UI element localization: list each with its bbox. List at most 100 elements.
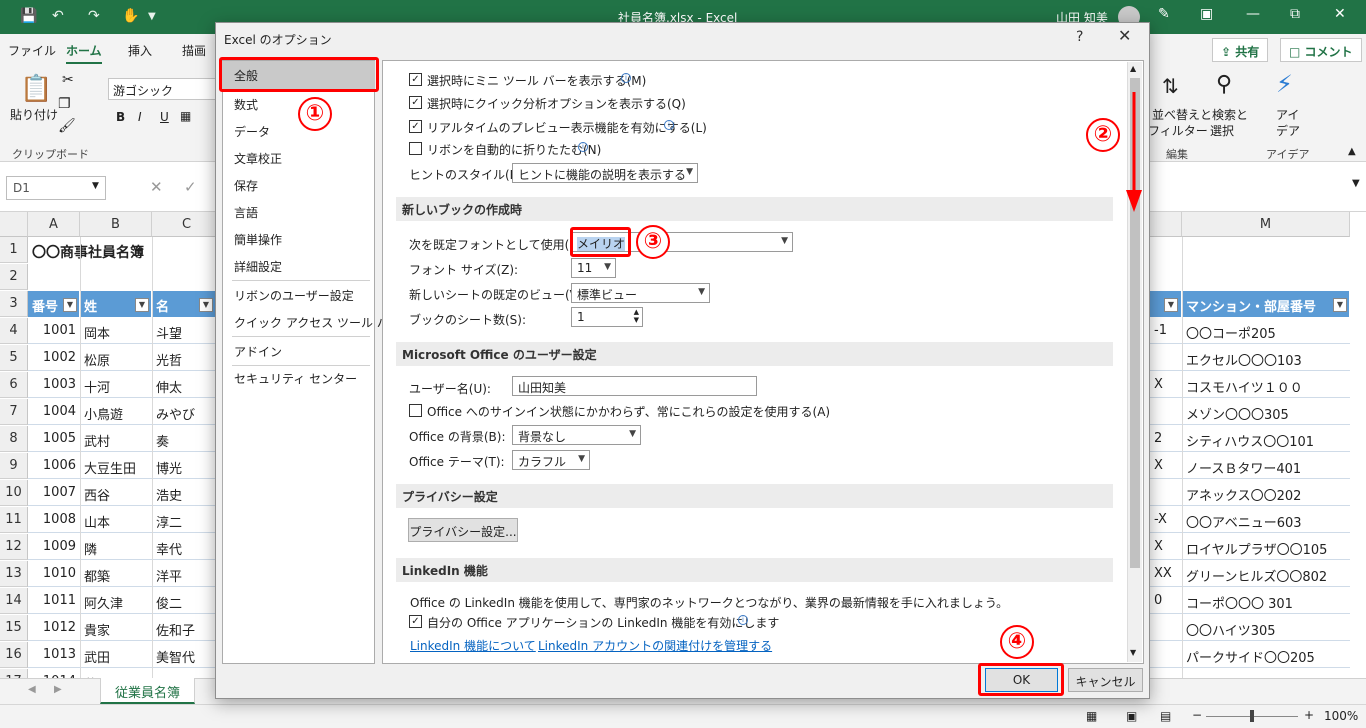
cell-l[interactable]: [1150, 615, 1182, 641]
cell-mansion[interactable]: アネックス〇〇202: [1182, 480, 1350, 506]
cell-mansion[interactable]: ロイヤルプラザ〇〇105: [1182, 534, 1350, 560]
window-close-icon[interactable]: ✕: [1334, 6, 1346, 22]
row-header[interactable]: 10: [0, 480, 28, 506]
customize-qat-icon[interactable]: ▼: [148, 11, 156, 22]
cell-number[interactable]: 1013: [28, 642, 80, 668]
zoom-out-icon[interactable]: −: [1192, 708, 1202, 722]
filter-dropdown-icon[interactable]: ▼: [135, 298, 149, 312]
spin-arrows-icon[interactable]: ▲ ▼: [634, 308, 639, 324]
cell-given-name[interactable]: 光哲: [152, 345, 215, 371]
cell-mansion[interactable]: ノースＢタワー401: [1182, 453, 1350, 479]
redo-icon[interactable]: ↷: [88, 8, 100, 24]
filter-dropdown-icon[interactable]: ▼: [1164, 298, 1178, 312]
privacy-settings-button[interactable]: プライバシー設定...: [408, 518, 518, 542]
cell-number[interactable]: 1011: [28, 588, 80, 614]
cell-number[interactable]: 1012: [28, 615, 80, 641]
office-background-select[interactable]: 背景なし ▼: [512, 425, 641, 445]
cell-surname[interactable]: 貴家: [80, 615, 152, 641]
cell-given-name[interactable]: 浩史: [152, 480, 215, 506]
scroll-down-icon[interactable]: ▼: [1130, 648, 1136, 657]
col-header-c[interactable]: C: [152, 212, 222, 237]
page-layout-icon[interactable]: ▣: [1126, 709, 1137, 723]
cell-surname[interactable]: 武村: [80, 426, 152, 452]
row-header[interactable]: 11: [0, 507, 28, 533]
restore-icon[interactable]: ⧉: [1290, 6, 1300, 22]
cell-l[interactable]: X: [1150, 453, 1182, 479]
ideas-button-line2[interactable]: デア: [1276, 122, 1300, 139]
pen-icon[interactable]: ✎: [1158, 6, 1170, 22]
minimize-icon[interactable]: —: [1246, 6, 1260, 22]
cell-mansion[interactable]: 〇〇コーポ205: [1182, 318, 1350, 344]
filter-dropdown-icon[interactable]: ▼: [199, 298, 213, 312]
col-header-b[interactable]: B: [80, 212, 152, 237]
cell-l[interactable]: X: [1150, 534, 1182, 560]
tab-draw[interactable]: 描画: [182, 42, 206, 59]
cell-given-name[interactable]: 奏: [152, 426, 215, 452]
col-header-m[interactable]: M: [1182, 212, 1350, 237]
row-header[interactable]: 9: [0, 453, 28, 479]
cancel-button[interactable]: キャンセル: [1068, 668, 1143, 692]
italic-button[interactable]: I: [138, 110, 142, 124]
next-sheet-icon[interactable]: ▶: [54, 684, 62, 695]
cell-given-name[interactable]: 淳二: [152, 507, 215, 533]
cell-l[interactable]: X: [1150, 372, 1182, 398]
confirm-entry-icon[interactable]: ✓: [184, 178, 197, 196]
cell-surname[interactable]: 松原: [80, 345, 152, 371]
tab-insert[interactable]: 挿入: [128, 42, 152, 59]
cell-mansion[interactable]: パークサイド〇〇205: [1182, 642, 1350, 668]
row-header[interactable]: 14: [0, 588, 28, 614]
prev-sheet-icon[interactable]: ◀: [28, 684, 36, 695]
row-header[interactable]: 5: [0, 345, 28, 371]
row-header[interactable]: 12: [0, 534, 28, 560]
cell-l[interactable]: 0: [1150, 588, 1182, 614]
cell-surname[interactable]: 十河: [80, 372, 152, 398]
cell-given-name[interactable]: みやび: [152, 399, 215, 425]
font-size-select[interactable]: 11 ▼: [571, 258, 616, 278]
cell-mansion[interactable]: コーポ〇〇〇 301: [1182, 588, 1350, 614]
name-box[interactable]: D1: [6, 176, 106, 200]
cell-number[interactable]: 1008: [28, 507, 80, 533]
cell-number[interactable]: 1006: [28, 453, 80, 479]
collapse-ribbon-checkbox[interactable]: [409, 142, 422, 155]
cell-mansion[interactable]: シティハウス〇〇101: [1182, 426, 1350, 452]
cell-l[interactable]: -1: [1150, 318, 1182, 344]
format-painter-icon[interactable]: 🖌: [58, 118, 76, 134]
cell-l[interactable]: [1150, 642, 1182, 668]
dialog-close-icon[interactable]: ✕: [1118, 26, 1131, 45]
nav-customize-ribbon[interactable]: リボンのユーザー設定: [234, 287, 354, 304]
nav-quick-access-toolbar[interactable]: クイック アクセス ツール バー: [234, 314, 401, 331]
quick-analysis-checkbox[interactable]: ✓: [409, 96, 422, 109]
tab-home[interactable]: ホーム: [66, 42, 102, 64]
row-header[interactable]: 4: [0, 318, 28, 344]
cell-l[interactable]: XX: [1150, 561, 1182, 587]
cell-l[interactable]: -X: [1150, 507, 1182, 533]
col-header-l[interactable]: [1150, 212, 1182, 237]
cancel-entry-icon[interactable]: ✕: [150, 178, 163, 196]
live-preview-checkbox[interactable]: ✓: [409, 120, 422, 133]
find-select-button[interactable]: 検索と: [1212, 106, 1248, 123]
paste-button[interactable]: 貼り付け: [10, 106, 58, 123]
cell-mansion[interactable]: 〇〇アベニュー603: [1182, 507, 1350, 533]
sheet-tab-employees[interactable]: 従業員名簿: [100, 678, 196, 704]
office-theme-select[interactable]: カラフル ▼: [512, 450, 590, 470]
normal-view-icon[interactable]: ▦: [1086, 709, 1097, 723]
find-select-button-line2[interactable]: 選択: [1210, 122, 1234, 139]
cell-number[interactable]: 1001: [28, 318, 80, 344]
cell-mansion[interactable]: エクセル〇〇〇103: [1182, 345, 1350, 371]
cell-surname[interactable]: 隣: [80, 534, 152, 560]
cell-mansion[interactable]: メゾン〇〇〇305: [1182, 399, 1350, 425]
sheet-count-spinner[interactable]: 1 ▲ ▼: [571, 307, 643, 327]
cell-number[interactable]: 1004: [28, 399, 80, 425]
border-icon[interactable]: ▦: [180, 109, 191, 123]
cell-number[interactable]: 1010: [28, 561, 80, 587]
sort-filter-button[interactable]: 並べ替えと: [1152, 106, 1212, 123]
cell-l[interactable]: 2: [1150, 426, 1182, 452]
nav-trust-center[interactable]: セキュリティ センター: [234, 370, 357, 387]
row-header[interactable]: 13: [0, 561, 28, 587]
row-header[interactable]: 2: [0, 264, 28, 290]
mini-toolbar-checkbox[interactable]: ✓: [409, 73, 422, 86]
cell-given-name[interactable]: 美智代: [152, 642, 215, 668]
nav-advanced[interactable]: 詳細設定: [234, 258, 282, 275]
cell-mansion[interactable]: コスモハイツ１００: [1182, 372, 1350, 398]
font-name-box[interactable]: 游ゴシック: [108, 78, 218, 100]
